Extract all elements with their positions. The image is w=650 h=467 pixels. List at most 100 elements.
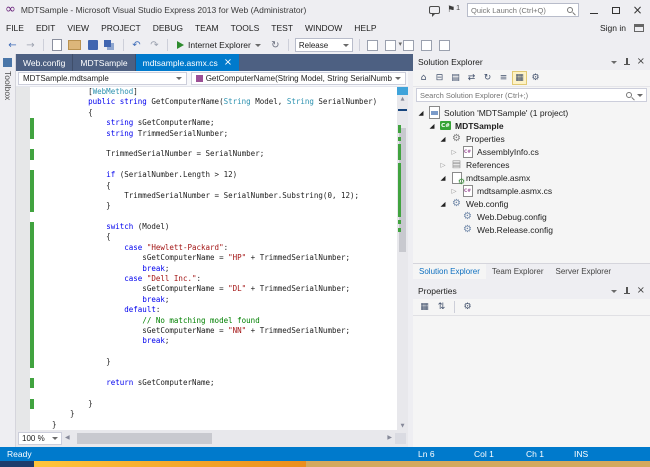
collapse-all-icon[interactable]: ⊟ [432,71,447,85]
code-area[interactable]: [WebMethod] public string GetComputerNam… [30,87,397,430]
code-line[interactable] [30,160,397,170]
uncomment-icon[interactable] [400,37,417,53]
properties-icon[interactable]: ⚙ [528,71,543,85]
code-line[interactable]: string TrimmedSerialNumber; [30,129,397,139]
expanded-arrow-icon[interactable]: ◢ [439,174,447,182]
minimize-button[interactable] [586,2,601,18]
tree-item[interactable]: Web.Debug.config [413,210,650,223]
pending-changes-icon[interactable]: ▤ [448,71,463,85]
menu-tools[interactable]: TOOLS [225,20,266,36]
outdent-icon[interactable] [436,37,453,53]
tree-item[interactable]: ◢mdtsample.asmx [413,171,650,184]
back-icon[interactable] [4,37,21,53]
toolbox-sidebar[interactable]: Toolbox [0,54,16,447]
start-debug-button[interactable]: Internet Explorer [172,37,266,53]
types-dropdown[interactable]: MDTSample.mdtsample [18,72,187,85]
code-line[interactable]: { [30,108,397,118]
property-pages-icon[interactable]: ⚙ [460,300,475,314]
window-position-icon[interactable] [611,290,617,293]
code-line[interactable]: case "Hewlett-Packard": [30,243,397,253]
open-file-icon[interactable] [66,37,83,53]
notifications-flag-icon[interactable]: ⚑ 1 [447,5,460,15]
nest-icon[interactable]: ≡ [496,71,511,85]
code-line[interactable]: public string GetComputerName(String Mod… [30,97,397,107]
code-line[interactable] [30,368,397,378]
code-editor[interactable]: [WebMethod] public string GetComputerNam… [16,87,408,430]
code-line[interactable]: default: [30,305,397,315]
code-line[interactable]: TrimmedSerialNumber = SerialNumber; [30,149,397,159]
home-icon[interactable]: ⌂ [416,71,431,85]
collapsed-arrow-icon[interactable]: ▷ [450,148,458,156]
code-line[interactable]: if (SerialNumber.Length > 12) [30,170,397,180]
new-file-icon[interactable] [48,37,65,53]
maximize-button[interactable] [608,2,623,18]
panel-tab-server-explorer[interactable]: Server Explorer [550,264,618,279]
code-line[interactable]: string sGetComputerName; [30,118,397,128]
quick-launch-input[interactable] [471,6,566,15]
menu-test[interactable]: TEST [265,20,299,36]
code-line[interactable]: case "Dell Inc.": [30,274,397,284]
code-line[interactable] [30,212,397,222]
code-line[interactable]: sGetComputerName = "DL" + TrimmedSerialN… [30,284,397,294]
code-line[interactable]: } [30,357,397,367]
code-line[interactable]: break; [30,295,397,305]
menu-debug[interactable]: DEBUG [147,20,189,36]
toolbar-options-icon[interactable]: ▾ [398,40,402,48]
collapsed-arrow-icon[interactable]: ▷ [439,161,447,169]
code-line[interactable]: break; [30,336,397,346]
solution-search[interactable] [413,87,650,104]
scrollbar-thumb[interactable] [77,433,212,444]
sync-icon[interactable]: ⇄ [464,71,479,85]
menu-view[interactable]: VIEW [61,20,95,36]
tree-item[interactable]: ◢Web.config [413,197,650,210]
indicator-margin[interactable] [16,87,30,430]
menu-help[interactable]: HELP [348,20,382,36]
code-line[interactable]: } [30,420,397,430]
solution-search-box[interactable] [416,88,647,102]
menu-window[interactable]: WINDOW [299,20,348,36]
scroll-right-icon[interactable]: ▶ [387,434,392,441]
windows-taskbar[interactable] [0,461,650,467]
tab-mdtsample-asmx-cs[interactable]: mdtsample.asmx.cs× [136,54,240,71]
code-line[interactable]: return sGetComputerName; [30,378,397,388]
sign-in-link[interactable]: Sign in [596,23,630,33]
tree-item[interactable]: ▷mdtsample.asmx.cs [413,184,650,197]
categorized-icon[interactable]: ▦ [417,300,432,314]
vertical-scrollbar[interactable]: ▲ ▼ [397,87,408,430]
close-button[interactable]: × [630,2,645,18]
pin-icon[interactable] [623,287,631,295]
menu-file[interactable]: FILE [0,20,30,36]
code-line[interactable]: } [30,399,397,409]
tree-item[interactable]: ◢Solution 'MDTSample' (1 project) [413,106,650,119]
show-all-files-icon[interactable]: ▦ [512,71,527,85]
close-icon[interactable]: × [637,57,645,67]
panel-tab-solution-explorer[interactable]: Solution Explorer [413,264,486,279]
tree-item[interactable]: Web.Release.config [413,223,650,236]
pin-icon[interactable] [623,58,631,66]
save-icon[interactable] [84,37,101,53]
solution-explorer-header[interactable]: Solution Explorer × [413,54,650,70]
menu-team[interactable]: TEAM [189,20,225,36]
members-dropdown[interactable]: GetComputerName(String Model, String Ser… [191,72,406,85]
solution-search-input[interactable] [420,91,622,100]
code-line[interactable]: sGetComputerName = "NN" + TrimmedSerialN… [30,326,397,336]
undo-icon[interactable] [128,37,145,53]
refresh-icon[interactable] [267,37,284,53]
zoom-dropdown[interactable]: 100 % [18,432,62,445]
code-line[interactable]: { [30,232,397,242]
scroll-down-icon[interactable]: ▼ [397,423,408,429]
comment-icon[interactable] [382,37,399,53]
alphabetical-icon[interactable]: ⇅ [434,300,449,314]
forward-icon[interactable] [22,37,39,53]
find-icon[interactable] [364,37,381,53]
code-line[interactable]: // No matching model found [30,316,397,326]
code-line[interactable] [30,388,397,398]
configuration-combo[interactable]: Release [295,38,353,52]
tree-item[interactable]: ◢Properties [413,132,650,145]
code-line[interactable]: break; [30,264,397,274]
code-line[interactable] [30,347,397,357]
close-tab-icon[interactable]: × [224,58,232,68]
collapsed-arrow-icon[interactable]: ▷ [450,187,458,195]
code-line[interactable] [30,139,397,149]
redo-icon[interactable] [146,37,163,53]
